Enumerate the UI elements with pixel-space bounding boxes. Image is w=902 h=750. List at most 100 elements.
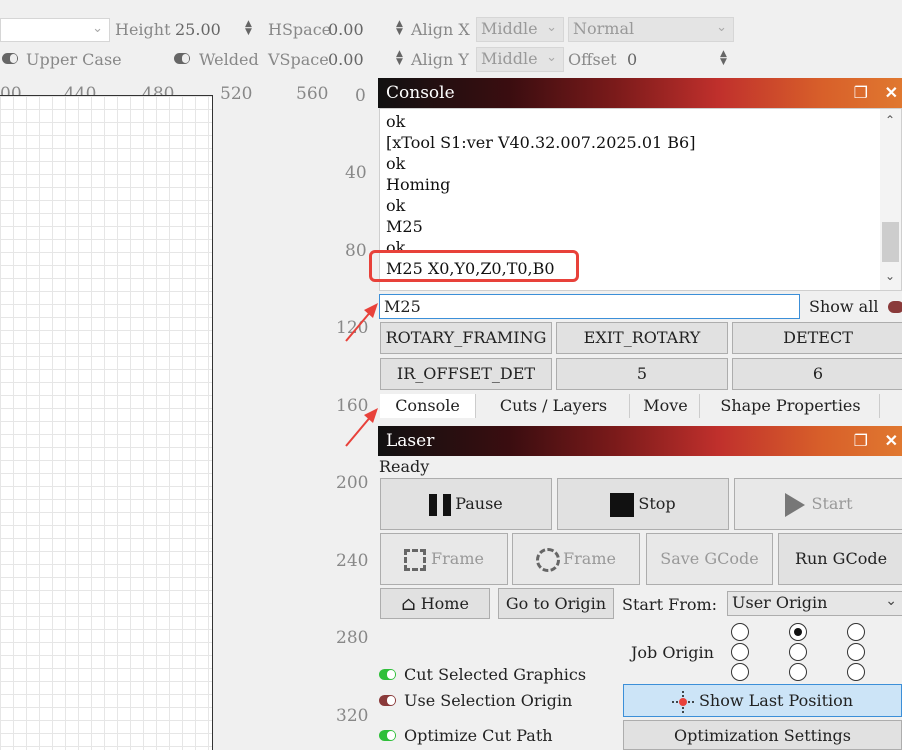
job-origin-top-left[interactable] <box>731 623 749 641</box>
console-title: Console <box>386 83 455 103</box>
annotation-arrow-icon <box>345 303 378 342</box>
show-all-label: Show all <box>809 297 879 316</box>
frame-rect-button[interactable]: Frame <box>380 533 508 585</box>
play-icon <box>785 492 806 517</box>
ruler-left-label: 320 <box>336 706 369 726</box>
float-panel-icon[interactable]: ❐ <box>854 426 868 456</box>
use-selection-origin-toggle[interactable] <box>379 695 396 706</box>
macro-exit-rotary-button[interactable]: EXIT_ROTARY <box>556 322 728 354</box>
close-icon[interactable]: ✕ <box>885 78 898 108</box>
show-all-toggle[interactable] <box>888 301 902 313</box>
console-line: Homing <box>386 175 451 194</box>
home-label: Home <box>420 594 469 613</box>
optimize-cut-path-label: Optimize Cut Path <box>404 726 553 745</box>
console-line: ok <box>386 112 406 131</box>
job-origin-center[interactable] <box>789 643 807 661</box>
show-last-position-button[interactable]: Show Last Position <box>623 684 902 717</box>
job-origin-bottom-right[interactable] <box>847 663 865 681</box>
use-selection-origin-label: Use Selection Origin <box>404 691 573 710</box>
close-icon[interactable]: ✕ <box>885 426 898 456</box>
float-panel-icon[interactable]: ❐ <box>854 78 868 108</box>
optimization-settings-button[interactable]: Optimization Settings <box>623 720 902 750</box>
start-from-value: User Origin <box>732 593 828 612</box>
align-y-select[interactable]: Middle ⌄ <box>476 47 564 72</box>
offset-value[interactable]: 0 <box>627 50 637 69</box>
go-to-origin-button[interactable]: Go to Origin <box>498 588 614 619</box>
job-origin-middle-left[interactable] <box>731 643 749 661</box>
align-y-value: Middle <box>481 49 538 68</box>
ruler-left-label: 0 <box>355 86 366 106</box>
vspace-spinner[interactable]: ▲ ▼ <box>396 50 403 67</box>
job-origin-top-center[interactable] <box>789 623 807 641</box>
laser-title: Laser <box>386 431 435 451</box>
vspace-label: VSpace <box>268 50 329 69</box>
stop-label: Stop <box>638 494 676 513</box>
job-origin-bottom-center[interactable] <box>789 663 807 681</box>
scroll-up-icon[interactable]: ⌃ <box>885 113 895 127</box>
pause-icon <box>429 493 452 516</box>
tab-cuts-layers[interactable]: Cuts / Layers <box>478 394 630 418</box>
hspace-value[interactable]: 0.00 <box>328 20 364 39</box>
job-origin-middle-right[interactable] <box>847 643 865 661</box>
run-gcode-button[interactable]: Run GCode <box>778 533 902 585</box>
design-canvas[interactable] <box>0 95 213 750</box>
optimize-cut-path-toggle[interactable] <box>379 730 396 741</box>
offset-spinner[interactable]: ▲ ▼ <box>720 50 727 67</box>
console-command-input[interactable]: M25 <box>379 294 800 319</box>
frame-rect-label: Frame <box>431 549 484 568</box>
upper-case-toggle[interactable] <box>2 53 18 64</box>
macro-ir-offset-det-button[interactable]: IR_OFFSET_DET <box>380 358 552 390</box>
scroll-thumb[interactable] <box>882 222 899 262</box>
macro-6-button[interactable]: 6 <box>732 358 902 390</box>
frame-circle-icon <box>536 547 561 572</box>
start-from-label: Start From: <box>622 595 718 614</box>
scroll-down-icon[interactable]: ⌄ <box>885 269 895 283</box>
job-origin-bottom-left[interactable] <box>731 663 749 681</box>
stop-button[interactable]: Stop <box>557 478 729 530</box>
welded-toggle[interactable] <box>174 53 190 64</box>
home-icon: ⌂ <box>401 593 416 615</box>
align-x-label: Align X <box>411 20 470 39</box>
align-x-select[interactable]: Middle ⌄ <box>476 17 564 42</box>
style-value: Normal <box>573 19 635 38</box>
height-value[interactable]: 25.00 <box>175 20 221 39</box>
macro-5-button[interactable]: 5 <box>556 358 728 390</box>
console-line: ok <box>386 196 406 215</box>
frame-circle-button[interactable]: Frame <box>512 533 640 585</box>
macro-rotary-framing-button[interactable]: ROTARY_FRAMING <box>380 322 552 354</box>
console-input-value: M25 <box>384 297 421 316</box>
stop-icon <box>610 492 635 517</box>
vspace-value[interactable]: 0.00 <box>328 50 364 69</box>
macro-detect-button[interactable]: DETECT <box>732 322 902 354</box>
frame-circle-label: Frame <box>563 549 616 568</box>
console-line: M25 <box>386 217 423 236</box>
hspace-label: HSpace <box>268 20 332 39</box>
offset-label: Offset <box>568 50 617 69</box>
start-button[interactable]: Start <box>734 478 902 530</box>
cut-selected-toggle[interactable] <box>379 669 396 680</box>
hspace-spinner[interactable]: ▲ ▼ <box>396 20 403 37</box>
ruler-left-label: 200 <box>336 473 369 493</box>
start-from-select[interactable]: User Origin ⌄ <box>727 591 902 616</box>
job-origin-top-right[interactable] <box>847 623 865 641</box>
save-gcode-button[interactable]: Save GCode <box>646 533 773 585</box>
tab-move[interactable]: Move <box>632 394 700 418</box>
cut-selected-label: Cut Selected Graphics <box>404 665 587 684</box>
tab-shape-properties[interactable]: Shape Properties <box>702 394 880 418</box>
tab-console[interactable]: Console <box>380 394 476 418</box>
console-line: [xTool S1:ver V40.32.007.2025.01 B6] <box>386 133 696 152</box>
pause-button[interactable]: Pause <box>380 478 552 530</box>
height-spinner[interactable]: ▲ ▼ <box>245 20 252 37</box>
chevron-down-icon: ⌄ <box>716 20 727 35</box>
annotation-arrow-icon <box>345 408 378 447</box>
start-label: Start <box>811 494 853 513</box>
chevron-down-icon: ⌄ <box>546 20 557 35</box>
home-button[interactable]: ⌂ Home <box>380 588 490 619</box>
laser-titlebar: Laser ❐ ✕ <box>378 426 902 456</box>
height-label: Height <box>115 20 171 39</box>
font-combo[interactable]: ⌄ <box>0 18 110 42</box>
chevron-down-icon: ⌄ <box>546 50 557 65</box>
style-select[interactable]: Normal ⌄ <box>568 17 734 42</box>
align-x-value: Middle <box>481 19 538 38</box>
console-scrollbar[interactable]: ⌃ ⌄ <box>880 109 901 290</box>
